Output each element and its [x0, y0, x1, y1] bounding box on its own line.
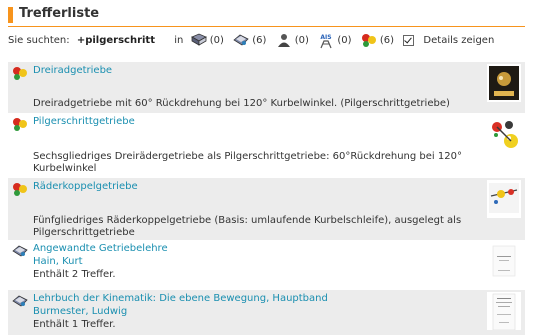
result-title-link[interactable]: Dreiradgetriebe	[33, 65, 112, 76]
model-icon	[12, 117, 28, 131]
count-models: (6)	[379, 34, 395, 46]
catalog-icon	[12, 294, 28, 308]
result-description: Sechsgliedriges Dreirädergetriebe als Pi…	[33, 151, 462, 174]
result-thumbnail[interactable]	[487, 242, 521, 280]
search-summary: Sie suchten: +pilgerschritt in (0) (6) (…	[8, 33, 525, 49]
result-hit-count: Enthält 2 Treffer.	[33, 269, 116, 280]
result-thumbnail[interactable]	[487, 115, 521, 153]
result-row: Pilgerschrittgetriebe Sechsgliedriges Dr…	[8, 113, 525, 178]
catalog-icon	[12, 244, 28, 258]
header-underline	[8, 26, 525, 27]
model-icon[interactable]	[361, 33, 377, 47]
search-label: Sie suchten:	[8, 34, 70, 46]
book-icon[interactable]	[190, 33, 207, 47]
result-description: Fünfgliedriges Räderkoppelgetriebe (Basi…	[33, 215, 462, 238]
model-icon	[12, 66, 28, 80]
details-label[interactable]: Details zeigen	[423, 35, 494, 46]
result-title-link[interactable]: Pilgerschrittgetriebe	[33, 116, 135, 127]
count-books: (0)	[209, 34, 224, 46]
model-icon	[12, 182, 28, 196]
result-thumbnail[interactable]	[487, 180, 521, 218]
result-author-link[interactable]: Burmester, Ludwig	[33, 306, 127, 317]
search-term: +pilgerschritt	[76, 34, 155, 46]
result-title-link[interactable]: Lehrbuch der Kinematik: Die ebene Bewegu…	[33, 293, 328, 304]
header-accent-bar	[8, 7, 13, 23]
result-thumbnail[interactable]	[487, 292, 521, 331]
result-row: Angewandte Getriebelehre Hain, Kurt Enth…	[8, 240, 525, 290]
results-header: Trefferliste	[8, 5, 525, 27]
details-checkbox[interactable]	[403, 34, 415, 46]
ais-icon[interactable]: AIS	[318, 33, 334, 49]
page-title: Trefferliste	[19, 6, 100, 21]
result-title-link[interactable]: Räderkoppelgetriebe	[33, 181, 138, 192]
person-icon[interactable]	[276, 33, 292, 47]
result-row: Dreiradgetriebe Dreiradgetriebe mit 60° …	[8, 62, 525, 113]
count-persons: (0)	[294, 34, 309, 46]
count-ais: (0)	[337, 34, 352, 46]
count-catalog: (6)	[252, 34, 267, 46]
result-hit-count: Enthält 1 Treffer.	[33, 319, 116, 330]
result-row: Räderkoppelgetriebe Fünfgliedriges Räder…	[8, 178, 525, 240]
result-thumbnail[interactable]	[487, 64, 521, 102]
result-description: Dreiradgetriebe mit 60° Rückdrehung bei …	[33, 98, 450, 109]
catalog-icon[interactable]	[233, 33, 249, 47]
svg-text:AIS: AIS	[321, 34, 332, 41]
result-author-link[interactable]: Hain, Kurt	[33, 256, 83, 267]
result-title-link[interactable]: Angewandte Getriebelehre	[33, 243, 168, 254]
result-row: Lehrbuch der Kinematik: Die ebene Bewegu…	[8, 290, 525, 335]
search-in-label: in	[174, 34, 184, 46]
